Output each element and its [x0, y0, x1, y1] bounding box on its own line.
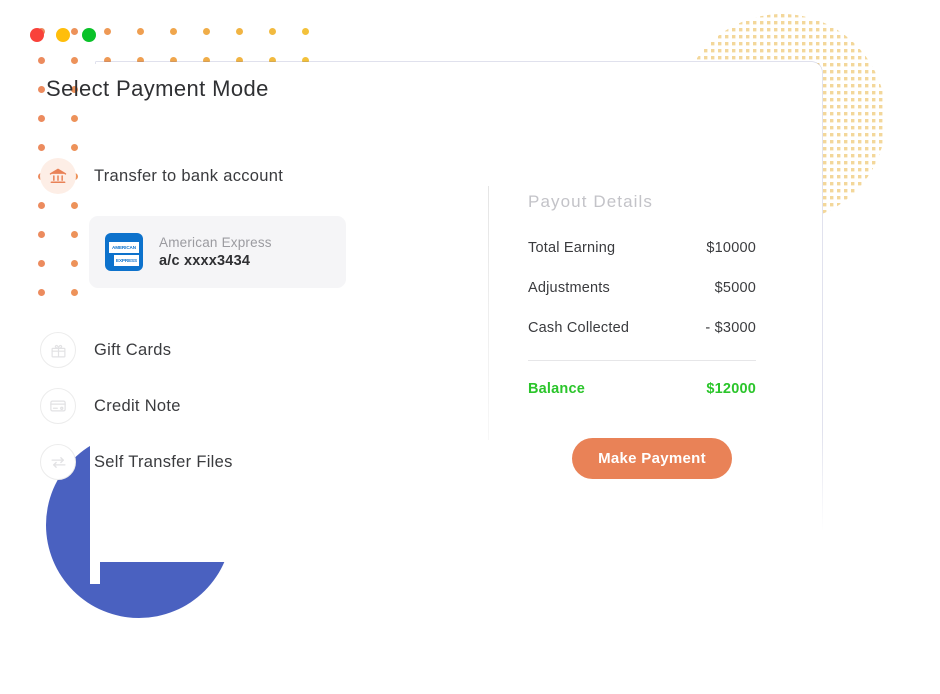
payout-row-label: Adjustments	[528, 280, 610, 296]
decorative-dot	[38, 144, 45, 151]
amex-logo-line-2: EXPRESS	[114, 254, 139, 266]
payout-details-panel: Payout Details Total Earning $10000 Adju…	[528, 192, 756, 397]
payout-row-total-earning: Total Earning $10000	[528, 240, 756, 256]
payment-method-self-transfer-files[interactable]: Self Transfer Files	[40, 440, 440, 484]
payment-method-transfer-to-bank-account[interactable]: Transfer to bank account	[40, 154, 440, 198]
payout-balance-label: Balance	[528, 381, 586, 397]
payout-separator	[528, 360, 756, 361]
bank-card-details: American Express a/c xxxx3434	[159, 235, 272, 269]
payout-row-cash-collected: Cash Collected - $3000	[528, 320, 756, 336]
payment-method-gift-cards[interactable]: Gift Cards	[40, 328, 440, 372]
decorative-dot	[203, 28, 210, 35]
make-payment-button[interactable]: Make Payment	[572, 438, 732, 479]
page-title: Select Payment Mode	[46, 76, 269, 101]
decorative-dot	[236, 28, 243, 35]
minimize-dot-icon[interactable]	[56, 28, 70, 42]
transfer-arrows-icon	[40, 444, 76, 480]
panel-divider	[488, 186, 489, 440]
payout-row-value: - $3000	[705, 320, 756, 336]
close-dot-icon[interactable]	[30, 28, 44, 42]
payment-method-label: Transfer to bank account	[94, 166, 284, 185]
decorative-dot	[38, 115, 45, 122]
payout-row-balance: Balance $12000	[528, 381, 756, 397]
maximize-dot-icon[interactable]	[82, 28, 96, 42]
decorative-dot	[38, 57, 45, 64]
payout-row-value: $10000	[706, 240, 756, 256]
payout-details-title: Payout Details	[528, 192, 654, 211]
payment-method-list: Transfer to bank account AMERICAN EXPRES…	[40, 154, 440, 484]
payment-method-label: Credit Note	[94, 396, 181, 415]
decorative-dot	[302, 28, 309, 35]
bank-card-brand: American Express	[159, 235, 272, 250]
payout-row-value: $5000	[714, 280, 756, 296]
payout-row-adjustments: Adjustments $5000	[528, 280, 756, 296]
gift-icon	[40, 332, 76, 368]
decorative-dot	[71, 144, 78, 151]
credit-card-icon	[40, 388, 76, 424]
american-express-logo: AMERICAN EXPRESS	[105, 233, 143, 271]
payment-method-label: Self Transfer Files	[94, 452, 233, 471]
decorative-dot	[170, 28, 177, 35]
decorative-dot	[71, 115, 78, 122]
payout-balance-value: $12000	[706, 381, 756, 397]
payment-method-credit-note[interactable]: Credit Note	[40, 384, 440, 428]
payout-row-label: Total Earning	[528, 240, 616, 256]
amex-logo-line-1: AMERICAN	[109, 242, 139, 253]
app-canvas: Select Payment Mode Transfer to bank acc…	[0, 0, 940, 694]
selected-bank-card[interactable]: AMERICAN EXPRESS American Express a/c xx…	[89, 216, 346, 288]
decorative-dot	[104, 28, 111, 35]
decorative-dot	[71, 57, 78, 64]
decorative-dot	[38, 86, 45, 93]
payment-method-label: Gift Cards	[94, 340, 172, 359]
payout-row-label: Cash Collected	[528, 320, 630, 336]
decorative-dot	[269, 28, 276, 35]
decorative-dot	[137, 28, 144, 35]
bank-icon	[40, 158, 76, 194]
bank-card-account: a/c xxxx3434	[159, 253, 251, 269]
window-controls[interactable]	[30, 28, 96, 42]
